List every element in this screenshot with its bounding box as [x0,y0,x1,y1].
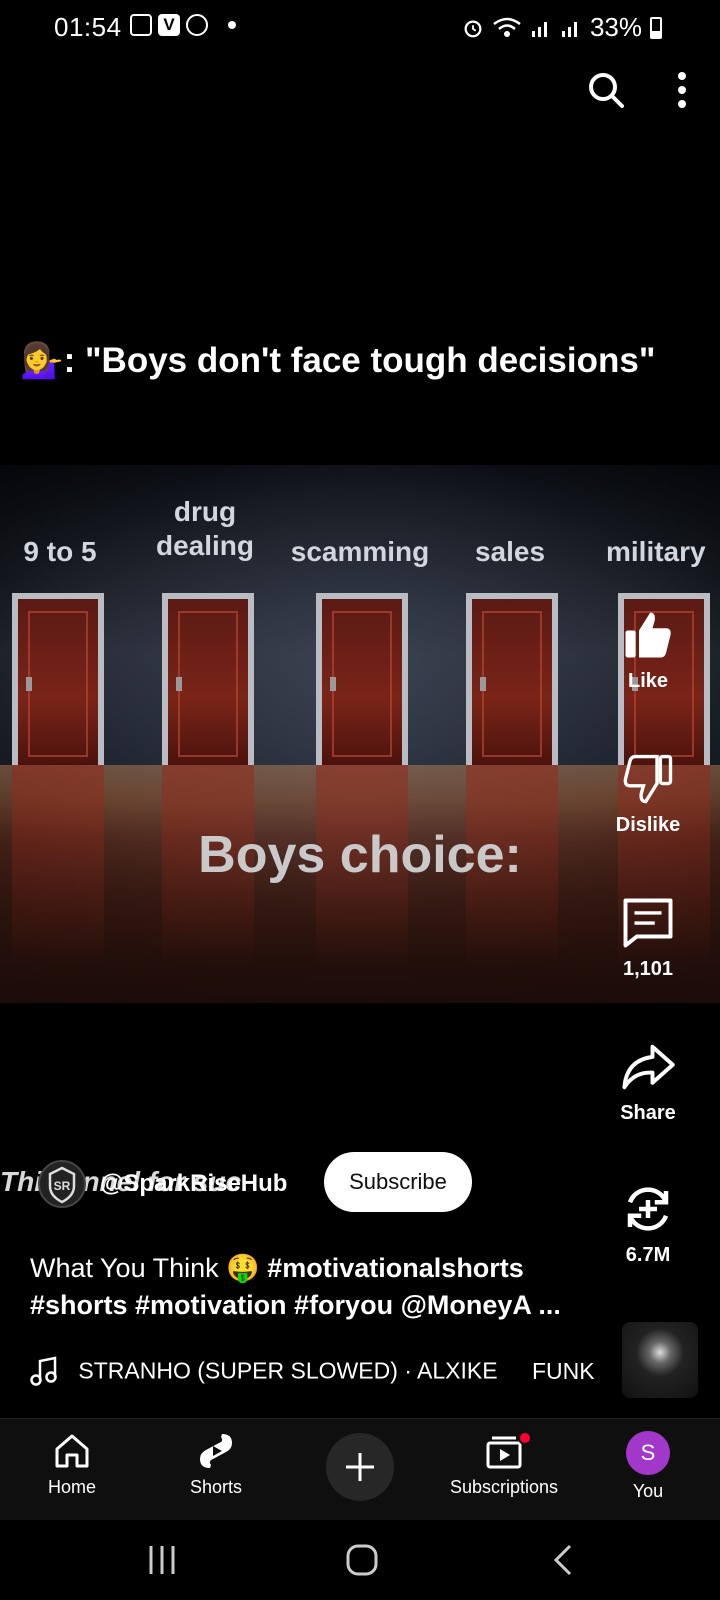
nav-subscriptions-label: Subscriptions [449,1477,559,1497]
nav-subscriptions[interactable]: Subscriptions [444,1431,564,1498]
subscriptions-notification-dot [518,1431,532,1445]
battery-percentage: 33% [589,12,642,42]
more-notifications-dot [228,21,236,29]
comment-icon [623,898,673,948]
share-icon [622,1044,675,1090]
status-bar: 01:54 V 33% [0,0,720,56]
battery-icon [650,16,662,39]
music-row[interactable]: STRANHO (SUPER SLOWED) · ALXIKE FUNK [30,1356,606,1396]
like-label: Like [627,670,669,692]
remix-button[interactable]: 6.7M [600,1182,696,1267]
shorts-icon [200,1434,232,1468]
like-button[interactable]: Like [600,608,696,693]
remix-count: 6.7M [625,1244,671,1266]
thumb-up-icon [625,612,671,658]
recents-icon[interactable] [146,1542,178,1578]
nav-shorts[interactable]: Shorts [156,1431,276,1498]
thumb-down-icon [623,754,673,804]
share-button[interactable]: Share [600,1040,696,1125]
remix-icon [627,1187,669,1231]
music-thumbnail[interactable] [622,1322,698,1398]
music-track-next: FUNK [531,1357,595,1384]
notification-icons: V [130,14,236,36]
alarm-icon [464,19,482,37]
share-label: Share [620,1102,676,1124]
bottom-nav: Home Shorts Subscriptions S You [0,1418,720,1520]
door-3 [316,593,408,765]
v-app-icon: V [158,14,180,36]
description-line-2[interactable]: #shorts #motivation #foryou @MoneyA ... [30,1290,561,1320]
subscribe-button[interactable]: Subscribe [324,1152,472,1212]
dislike-label: Dislike [615,814,681,836]
nav-shorts-label: Shorts [189,1477,243,1497]
wifi-icon [493,17,521,37]
door-4 [466,593,558,765]
more-vert-icon[interactable] [674,70,690,110]
channel-row: Thi hannel for suc SR @SparkRiseHub Subs… [0,1152,600,1220]
description-text: What You Think 🤑 [30,1253,268,1283]
whatsapp-icon [186,14,208,36]
home-icon [55,1434,89,1468]
signal-icon-2 [561,21,577,37]
plus-icon [346,1453,374,1481]
channel-handle[interactable]: @SparkRiseHub [100,1170,287,1198]
channel-avatar[interactable]: SR [38,1160,86,1208]
door-2 [162,593,254,765]
you-avatar: S [626,1431,670,1475]
top-actions [586,70,690,110]
channel-logo-icon: SR [48,1166,76,1204]
door-label-2: drug dealing [155,496,254,561]
comments-button[interactable]: 1,101 [600,896,696,981]
video-description[interactable]: What You Think 🤑 #motivationalshorts #sh… [30,1250,600,1324]
door-1 [12,593,104,765]
status-time: 01:54 [54,12,122,42]
music-note-icon [30,1356,57,1386]
door-label-3: scamming [290,536,430,567]
music-track: STRANHO (SUPER SLOWED) · ALXIKE [78,1357,498,1384]
signal-icon-1 [531,21,547,37]
home-circle-icon[interactable] [344,1542,380,1578]
comments-count: 1,101 [622,958,674,980]
nav-you-label: You [632,1481,664,1501]
door-label-4: sales [474,536,546,567]
nav-you[interactable]: S You [588,1431,708,1502]
svg-text:SR: SR [54,1179,71,1193]
door-label-1: 9 to 5 [23,536,97,567]
back-icon[interactable] [548,1542,576,1578]
description-hashtag[interactable]: #motivationalshorts [267,1253,524,1283]
system-nav [0,1520,720,1600]
video-caption: 💁‍♀️: "Boys don't face tough decisions" [20,341,656,380]
gallery-icon [130,14,152,36]
dislike-button[interactable]: Dislike [600,752,696,837]
search-icon[interactable] [586,70,626,110]
nav-home[interactable]: Home [12,1431,132,1498]
create-button[interactable] [326,1433,394,1501]
door-label-5: military [606,536,706,567]
status-right: 33% [462,12,662,43]
nav-home-label: Home [47,1477,96,1497]
